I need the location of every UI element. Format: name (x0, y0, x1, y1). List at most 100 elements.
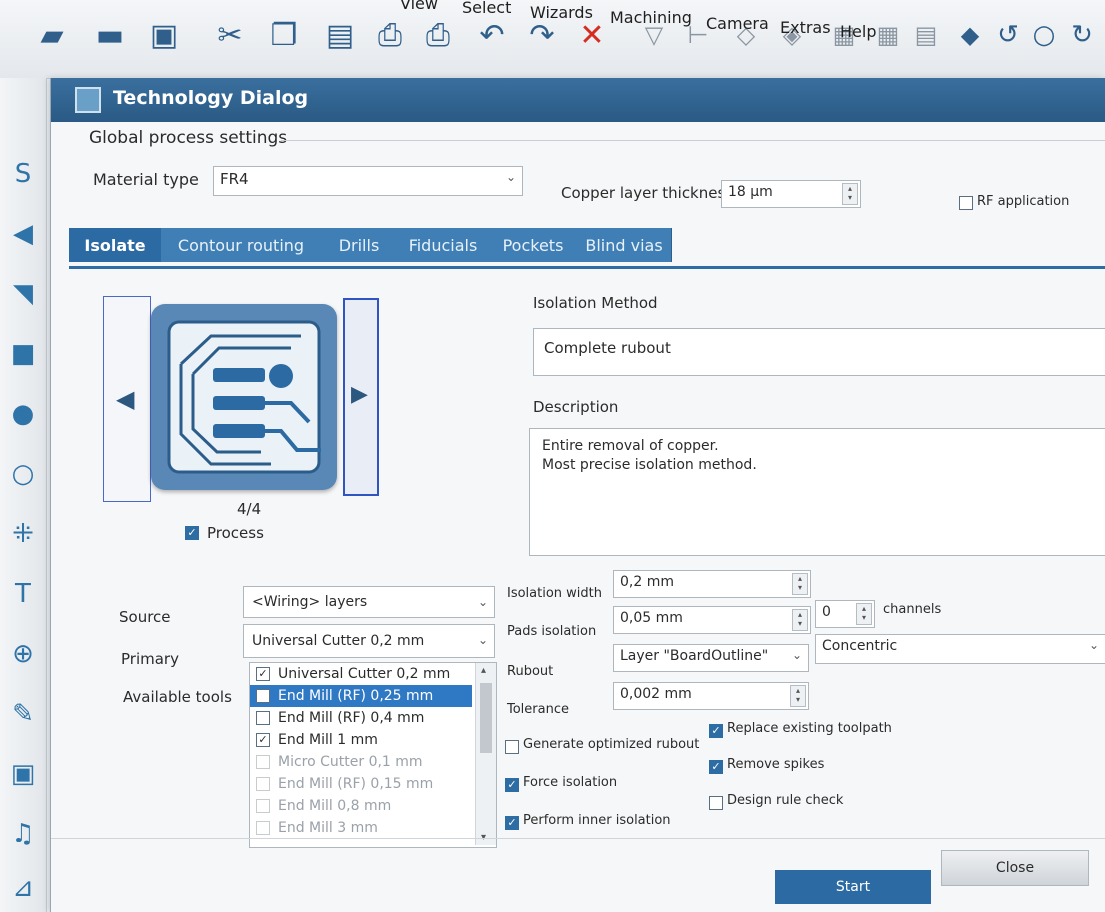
menu-select[interactable]: Select (462, 0, 511, 17)
page-indicator: 4/4 (237, 500, 262, 518)
tab-drills[interactable]: Drills (321, 228, 398, 262)
list-item: Micro Cutter 0,1 mm (250, 751, 472, 773)
paste-icon[interactable]: ▤ (322, 14, 358, 56)
view-3d-icon[interactable]: ◆ (952, 14, 988, 56)
isolation-width-label: Isolation width (507, 586, 603, 601)
pads-isolation-field[interactable]: 0,05 mm ▴ ▾ (613, 606, 811, 634)
text-icon[interactable]: T (4, 574, 42, 614)
circle-outline-icon[interactable]: ○ (4, 454, 42, 494)
tab-pockets[interactable]: Pockets (489, 228, 578, 262)
tab-contour-routing[interactable]: Contour routing (161, 228, 322, 262)
save-icon[interactable]: ▣ (146, 14, 182, 56)
previous-method-button[interactable]: ◀ (103, 296, 151, 502)
layer-icon[interactable]: ▰ (34, 14, 70, 56)
spinner-icon[interactable]: ▴ ▾ (792, 609, 808, 631)
menu-view[interactable]: View (400, 0, 438, 13)
tab-isolate[interactable]: Isolate (69, 228, 162, 262)
source-label: Source (119, 608, 171, 626)
list-item[interactable]: ✓ End Mill 1 mm (250, 729, 472, 751)
isolation-method-value: Complete rubout (544, 339, 671, 357)
channels-field[interactable]: 0 ▴ ▾ (815, 600, 875, 628)
force-isolation-checkbox[interactable]: ✓ (505, 778, 519, 792)
next-method-button[interactable]: ▶ (343, 298, 379, 496)
copper-thickness-field[interactable]: 18 µm ▴ ▾ (721, 180, 861, 208)
list-item[interactable]: End Mill (RF) 0,25 mm (250, 685, 472, 707)
material-type-dropdown[interactable]: FR4 ⌄ (213, 166, 523, 196)
perform-inner-isolation-label: Perform inner isolation (523, 813, 671, 828)
tools-scrollbar[interactable]: ▴ ▾ (475, 663, 496, 845)
scrollbar-thumb[interactable] (480, 683, 492, 753)
remove-spikes-checkbox[interactable]: ✓ (709, 760, 723, 774)
print-icon[interactable]: ⎙ (420, 14, 456, 56)
generate-optimized-rubout-checkbox[interactable] (505, 740, 519, 754)
tool-checkbox[interactable] (256, 711, 270, 725)
start-button[interactable]: Start (775, 870, 931, 904)
menu-help[interactable]: Help (840, 22, 876, 41)
circle-icon[interactable]: ○ (1026, 14, 1062, 56)
refresh-icon[interactable]: ↻ (1064, 14, 1100, 56)
material-type-value: FR4 (220, 170, 249, 188)
filled-circle-icon[interactable]: ● (4, 394, 42, 434)
tool-checkbox[interactable] (256, 689, 270, 703)
tool-checkbox (256, 821, 270, 835)
list-item: End Mill 0,8 mm (250, 795, 472, 817)
rubout-layer-dropdown[interactable]: Layer "BoardOutline" ⌄ (613, 644, 809, 672)
copper-thickness-label: Copper layer thickness (561, 184, 734, 202)
technology-dialog: Technology Dialog Global process setting… (50, 78, 1105, 912)
cut-icon[interactable]: ✂ (212, 14, 248, 56)
rubout-mode-value: Concentric (822, 638, 898, 654)
route-icon[interactable]: S (4, 154, 42, 194)
menu-wizards[interactable]: Wizards (530, 3, 593, 22)
square-icon[interactable]: ▣ (4, 754, 42, 794)
available-tools-list[interactable]: ✓ Universal Cutter 0,2 mm End Mill (RF) … (249, 662, 497, 848)
primary-dropdown[interactable]: Universal Cutter 0,2 mm ⌄ (243, 624, 495, 658)
chevron-down-icon: ⌄ (791, 648, 802, 662)
undo-icon[interactable]: ↶ (474, 14, 510, 56)
rf-application-checkbox[interactable] (959, 196, 973, 210)
edit-icon[interactable]: ✎ (4, 694, 42, 734)
tool-checkbox[interactable]: ✓ (256, 733, 270, 747)
drill-icon[interactable]: ⁜ (4, 514, 42, 554)
rotate-left-icon[interactable]: ↺ (990, 14, 1026, 56)
dialog-title-bar[interactable]: Technology Dialog (51, 78, 1105, 122)
close-button[interactable]: Close (941, 850, 1089, 886)
chevron-up-icon[interactable]: ▴ (481, 665, 486, 676)
spinner-icon[interactable]: ▴ ▾ (792, 573, 808, 595)
spinner-icon[interactable]: ▴ ▾ (842, 183, 858, 205)
print-preview-icon[interactable]: ⎙ (372, 14, 408, 56)
rectangle-icon[interactable]: ■ (4, 334, 42, 374)
menu-machining[interactable]: Machining (610, 8, 692, 27)
fiducial-icon[interactable]: ⊕ (4, 634, 42, 674)
pads-isolation-label: Pads isolation (507, 624, 597, 639)
open-folder-icon[interactable]: ▬ (92, 14, 128, 56)
source-dropdown[interactable]: <Wiring> layers ⌄ (243, 586, 495, 618)
tool-label: End Mill 0,8 mm (278, 798, 392, 814)
tool-label: End Mill (RF) 0,4 mm (278, 710, 425, 726)
tolerance-field[interactable]: 0,002 mm ▴ ▾ (613, 682, 809, 710)
tool-checkbox (256, 777, 270, 791)
tool-icon[interactable]: ♫ (4, 814, 42, 854)
menu-camera[interactable]: Camera (706, 14, 769, 33)
isolation-width-field[interactable]: 0,2 mm ▴ ▾ (613, 570, 811, 598)
channels-value: 0 (822, 604, 831, 620)
rubout-mode-dropdown[interactable]: Concentric ⌄ (815, 634, 1105, 664)
tab-blind-vias[interactable]: Blind vias (577, 228, 672, 262)
distribute-icon[interactable]: ▤ (908, 14, 944, 56)
spinner-icon[interactable]: ▴ ▾ (790, 685, 806, 707)
replace-existing-toolpath-checkbox[interactable]: ✓ (709, 724, 723, 738)
process-checkbox[interactable]: ✓ (185, 526, 199, 540)
channels-label: channels (883, 602, 942, 617)
design-rule-check-checkbox[interactable] (709, 796, 723, 810)
triangle-icon[interactable]: ◀ (4, 214, 42, 254)
tolerance-value: 0,002 mm (620, 686, 692, 702)
pad-icon[interactable]: ◥ (4, 274, 42, 314)
measure-icon[interactable]: ⊿ (4, 868, 42, 908)
perform-inner-isolation-checkbox[interactable]: ✓ (505, 816, 519, 830)
tool-checkbox[interactable]: ✓ (256, 667, 270, 681)
list-item[interactable]: ✓ Universal Cutter 0,2 mm (250, 663, 472, 685)
list-item[interactable]: End Mill (RF) 0,4 mm (250, 707, 472, 729)
menu-extras[interactable]: Extras (780, 18, 831, 37)
copy-icon[interactable]: ❐ (266, 14, 302, 56)
spinner-icon[interactable]: ▴ ▾ (856, 603, 872, 625)
tab-fiducials[interactable]: Fiducials (397, 228, 490, 262)
